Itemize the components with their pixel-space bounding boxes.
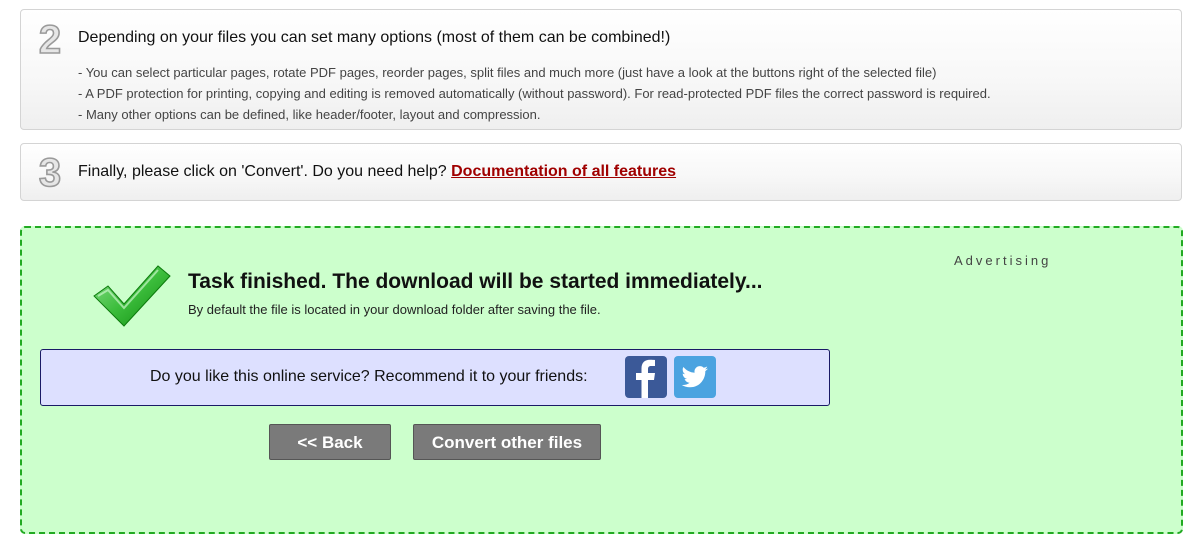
twitter-icon: [681, 366, 708, 388]
checkmark-icon: [93, 265, 171, 327]
recommend-text: Do you like this online service? Recomme…: [150, 368, 588, 385]
step-3-text: Finally, please click on 'Convert'. Do y…: [78, 163, 452, 180]
step-2-description: - You can select particular pages, rotat…: [78, 62, 991, 125]
task-finished-title: Task finished. The download will be star…: [188, 270, 763, 293]
task-finished-panel: Task finished. The download will be star…: [20, 226, 1183, 534]
step-2-line: - You can select particular pages, rotat…: [78, 65, 937, 80]
documentation-link[interactable]: Documentation of all features: [451, 163, 676, 180]
facebook-share-button[interactable]: [625, 356, 667, 398]
step-2-line: - A PDF protection for printing, copying…: [78, 86, 991, 101]
twitter-share-button[interactable]: [674, 356, 716, 398]
task-finished-subtitle: By default the file is located in your d…: [188, 302, 601, 317]
step-3-panel: 3 Finally, please click on 'Convert'. Do…: [20, 143, 1182, 201]
facebook-icon: [636, 359, 655, 398]
step-3-title: Finally, please click on 'Convert'. Do y…: [78, 163, 676, 181]
convert-other-files-button[interactable]: Convert other files: [413, 424, 601, 460]
step-number-3-icon: 3: [38, 153, 62, 191]
svg-text:3: 3: [39, 153, 61, 191]
step-2-line: - Many other options can be defined, lik…: [78, 107, 541, 122]
step-number-2-icon: 2: [38, 20, 62, 58]
advertising-label: Advertising: [954, 253, 1052, 268]
svg-text:2: 2: [39, 20, 61, 58]
step-2-panel: 2 Depending on your files you can set ma…: [20, 9, 1182, 130]
back-button[interactable]: << Back: [269, 424, 391, 460]
step-2-title: Depending on your files you can set many…: [78, 29, 671, 46]
recommend-box: Do you like this online service? Recomme…: [40, 349, 830, 406]
